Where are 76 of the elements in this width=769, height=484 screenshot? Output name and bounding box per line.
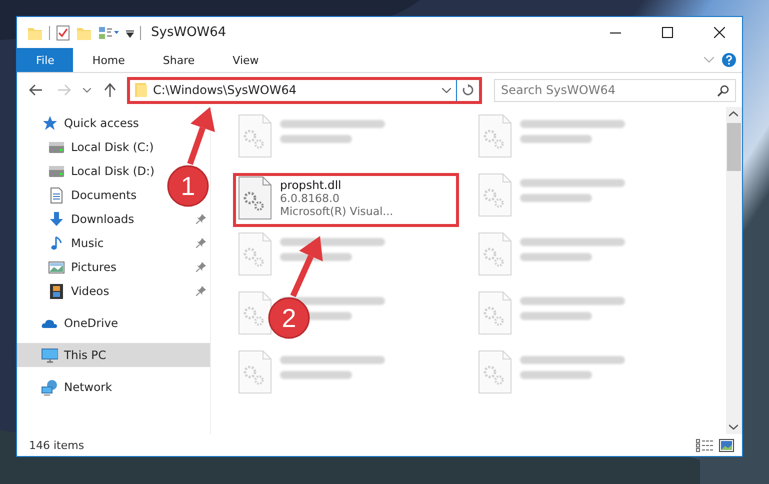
search-icon[interactable] <box>717 84 729 96</box>
forward-arrow-icon <box>57 84 71 96</box>
search-field[interactable]: Search SysWOW64 <box>494 78 736 102</box>
blurred-file-icon <box>238 114 272 158</box>
ribbon-tab[interactable]: Home <box>73 48 144 72</box>
maximize-icon <box>662 27 672 38</box>
nav-item[interactable]: Videos <box>17 279 210 303</box>
film-icon <box>48 282 65 300</box>
chevron-down-icon[interactable] <box>442 88 451 92</box>
back-arrow-icon <box>29 84 43 96</box>
pin-icon <box>196 262 206 272</box>
blurred-text <box>520 371 592 379</box>
network-icon <box>41 378 58 396</box>
address-bar[interactable]: C:\Windows\SysWOW64 <box>127 76 482 104</box>
blurred-file-icon <box>478 114 512 158</box>
file-menu-button[interactable]: File <box>17 48 74 72</box>
file-detail: Microsoft(R) Visual... <box>280 205 394 218</box>
window-title: SysWOW64 <box>151 25 226 40</box>
nav-item[interactable]: Local Disk (C:) <box>17 135 158 159</box>
scroll-up-icon[interactable] <box>729 111 738 117</box>
down-arrow-icon <box>48 210 65 228</box>
blurred-text <box>520 312 592 320</box>
chevron-down-icon <box>83 88 91 92</box>
monitor-icon <box>41 346 58 364</box>
nav-item[interactable]: OneDrive <box>17 311 122 335</box>
scroll-down-icon[interactable] <box>729 424 738 430</box>
annotation-arrow <box>187 107 215 165</box>
annotation-arrow <box>290 236 323 298</box>
picture-icon <box>48 258 65 276</box>
blurred-text <box>280 371 352 379</box>
blurred-file-icon <box>238 291 272 335</box>
details-view-icon[interactable] <box>696 438 713 452</box>
close-icon <box>714 27 724 38</box>
ribbon-tab[interactable]: View <box>214 48 278 72</box>
blurred-text <box>280 135 352 143</box>
star-icon <box>41 114 58 132</box>
file-name: propsht.dll <box>280 178 342 192</box>
blurred-text <box>520 135 592 143</box>
refresh-icon <box>462 84 474 96</box>
help-icon[interactable] <box>722 53 736 67</box>
pin-icon <box>196 238 206 248</box>
up-arrow-icon <box>104 83 116 97</box>
nav-item[interactable]: Local Disk (D:) <box>17 159 159 183</box>
blurred-file-icon <box>478 173 512 217</box>
address-path: C:\Windows\SysWOW64 <box>153 83 298 97</box>
blurred-file-icon <box>478 232 512 276</box>
folder-icon <box>134 82 148 98</box>
properties-icon[interactable] <box>56 24 70 40</box>
nav-item[interactable]: This PC <box>17 343 210 367</box>
blurred-text <box>520 194 592 202</box>
view-options-icon[interactable] <box>98 26 120 40</box>
nav-item[interactable]: Network <box>17 375 116 399</box>
step-number-badge: 1 <box>167 165 209 207</box>
caret-icon[interactable] <box>126 28 134 38</box>
file-detail: 6.0.8168.0 <box>280 192 340 205</box>
nav-item[interactable]: Music <box>17 231 210 255</box>
scrollbar-thumb[interactable] <box>727 123 741 171</box>
nav-item[interactable]: Downloads <box>17 207 210 231</box>
step-number-badge: 2 <box>268 297 310 339</box>
file-item[interactable]: propsht.dll 6.0.8168.0 Microsoft(R) Visual... <box>233 173 459 227</box>
pin-icon <box>196 286 206 296</box>
pin-icon <box>196 214 206 224</box>
large-icons-view-icon[interactable] <box>719 438 734 452</box>
document-icon <box>48 186 65 204</box>
blurred-text <box>520 253 592 261</box>
nav-item[interactable]: Pictures <box>17 255 210 279</box>
blurred-file-icon <box>238 350 272 394</box>
scrollbar[interactable] <box>726 107 742 434</box>
blurred-file-icon <box>478 350 512 394</box>
dll-file-icon <box>238 176 272 220</box>
nav-item[interactable]: Documents <box>17 183 141 207</box>
nav-item[interactable]: Quick access <box>17 111 143 135</box>
item-count: 146 items <box>29 438 84 452</box>
ribbon-tab[interactable]: Share <box>144 48 214 72</box>
blurred-file-icon <box>238 232 272 276</box>
blurred-file-icon <box>478 291 512 335</box>
